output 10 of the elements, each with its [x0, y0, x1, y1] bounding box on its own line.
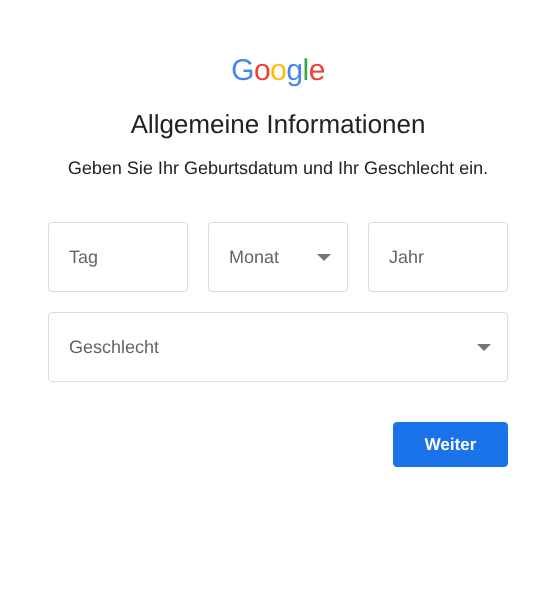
- dropdown-field[interactable]: Geschlecht: [48, 312, 508, 382]
- next-button[interactable]: Weiter: [393, 422, 508, 467]
- logo: Google: [231, 53, 325, 89]
- page-title: Allgemeine Informationen: [130, 108, 426, 141]
- input-field[interactable]: Tag: [48, 222, 188, 292]
- caret-icon: [317, 254, 331, 260]
- caret-icon: [477, 344, 491, 350]
- dropdown-field[interactable]: Monat: [208, 222, 348, 292]
- input-field[interactable]: Jahr: [368, 222, 508, 292]
- subtitle: Geben Sie Ihr Geburtsdatum und Ihr Geschlecht ein.: [66, 157, 490, 180]
